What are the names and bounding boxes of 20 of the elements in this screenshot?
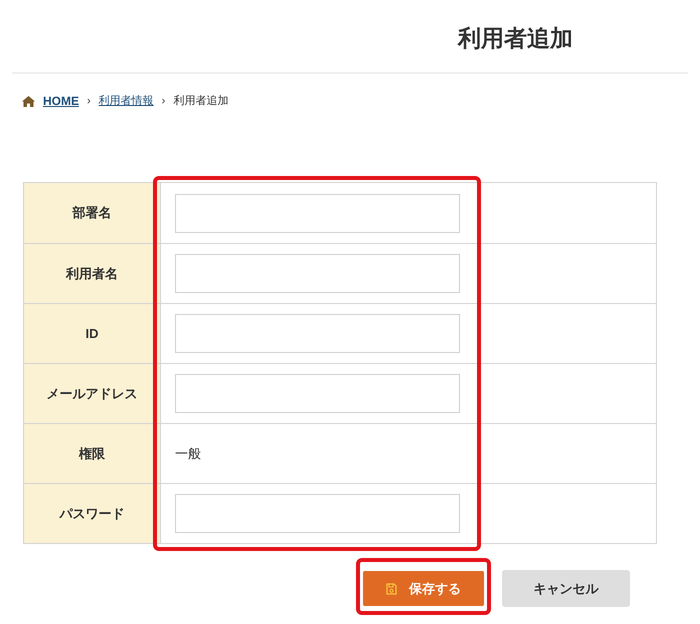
field-value: 一般 <box>175 444 201 463</box>
breadcrumb-separator: › <box>87 94 91 109</box>
house-icon <box>22 96 35 106</box>
breadcrumb-current: 利用者追加 <box>173 94 228 109</box>
field-label: 権限 <box>24 424 161 483</box>
input-field[interactable] <box>175 254 460 293</box>
field-label: 部署名 <box>24 183 161 243</box>
home-link[interactable]: HOME <box>22 92 79 110</box>
page-title: 利用者追加 <box>458 24 573 53</box>
field-label: ID <box>24 304 161 363</box>
input-field[interactable] <box>175 194 460 232</box>
cancel-button[interactable]: キャンセル <box>502 570 630 607</box>
input-field[interactable] <box>175 314 460 353</box>
input-field[interactable] <box>175 494 460 533</box>
input-field[interactable] <box>175 374 460 413</box>
field-label: パスワード <box>24 484 161 543</box>
breadcrumb-separator: › <box>162 94 166 109</box>
field-label: メールアドレス <box>24 364 161 423</box>
field-label: 利用者名 <box>24 244 161 303</box>
breadcrumb-link[interactable]: 利用者情報 <box>98 92 154 110</box>
